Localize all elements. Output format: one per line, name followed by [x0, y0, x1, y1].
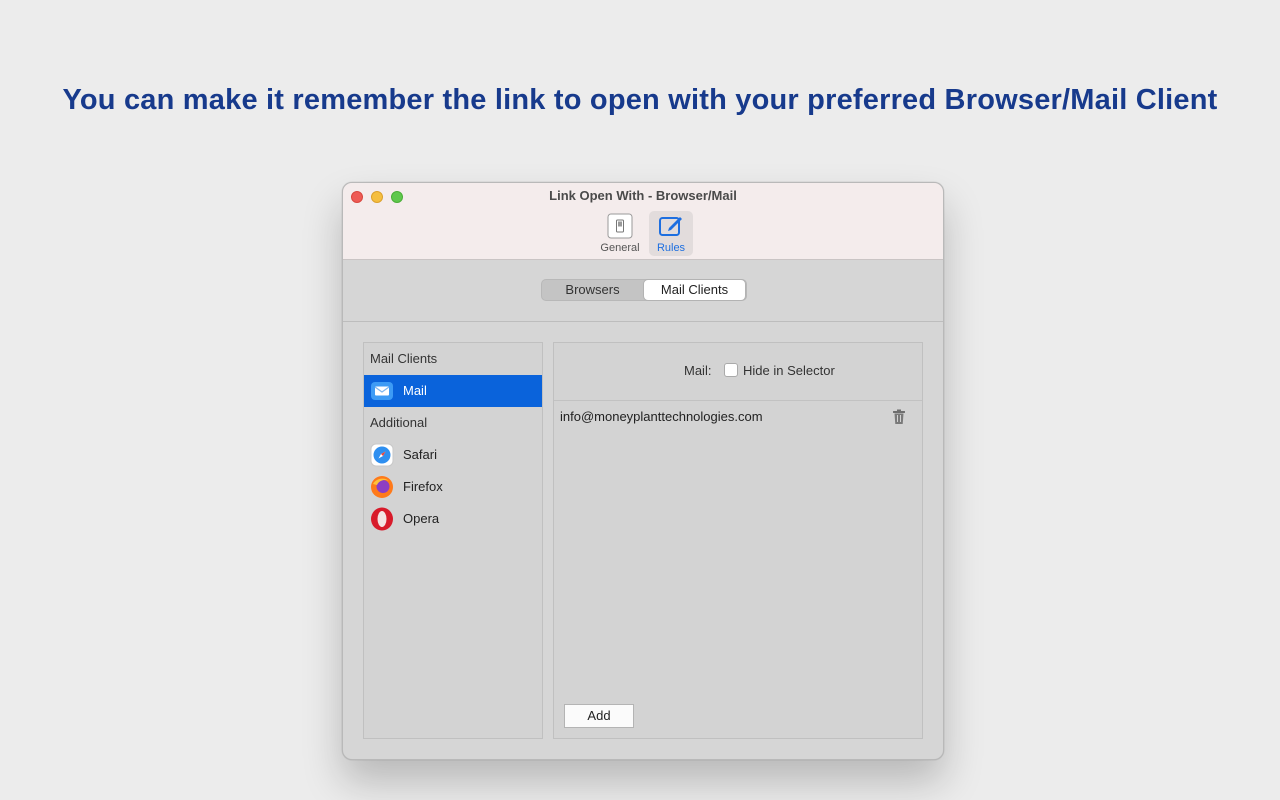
- sidebar-item-label: Opera: [403, 511, 440, 526]
- content-divider: [343, 321, 943, 322]
- window-title: Link Open With - Browser/Mail: [549, 188, 737, 203]
- toolbar-general-button[interactable]: General: [598, 211, 642, 256]
- app-window: Link Open With - Browser/Mail General Ru…: [342, 182, 944, 760]
- app-list-sidebar: Mail Clients Mail Additional Safari Fire…: [363, 342, 543, 739]
- sidebar-header-mail-clients: Mail Clients: [370, 351, 438, 366]
- add-rule-button[interactable]: Add: [564, 704, 634, 728]
- edit-icon: [659, 217, 682, 236]
- sidebar-item-mail[interactable]: Mail: [364, 375, 542, 407]
- sidebar-item-label: Firefox: [403, 479, 443, 494]
- sidebar-item-firefox[interactable]: Firefox: [364, 471, 542, 503]
- title-bar: Link Open With - Browser/Mail General Ru…: [343, 183, 943, 260]
- hide-in-selector-label[interactable]: Hide in Selector: [743, 363, 835, 378]
- sidebar-item-opera[interactable]: Opera: [364, 503, 542, 535]
- opera-icon: [371, 507, 393, 531]
- firefox-icon: [371, 476, 393, 498]
- hide-in-selector-checkbox[interactable]: [724, 363, 738, 377]
- trash-icon[interactable]: [892, 409, 906, 425]
- promo-headline: You can make it remember the link to ope…: [62, 84, 1218, 116]
- switch-icon: [607, 213, 633, 239]
- rules-detail-panel: Mail: Hide in Selector info@moneyplantte…: [553, 342, 923, 739]
- safari-icon: [370, 443, 394, 467]
- detail-divider: [554, 400, 922, 401]
- category-segmented-control: Browsers Mail Clients: [541, 279, 747, 301]
- toolbar-rules-label: Rules: [656, 242, 686, 254]
- sidebar-item-safari[interactable]: Safari: [364, 439, 542, 471]
- segment-mail-clients[interactable]: Mail Clients: [643, 279, 746, 301]
- sidebar-item-label: Mail: [403, 383, 427, 398]
- segment-browsers[interactable]: Browsers: [542, 280, 643, 300]
- rule-entry[interactable]: info@moneyplanttechnologies.com: [560, 409, 763, 424]
- sidebar-header-additional: Additional: [370, 415, 428, 430]
- mail-icon: [371, 382, 393, 400]
- toolbar-rules-button[interactable]: Rules: [649, 211, 693, 256]
- selected-app-label: Mail:: [684, 363, 712, 378]
- sidebar-item-label: Safari: [403, 447, 437, 462]
